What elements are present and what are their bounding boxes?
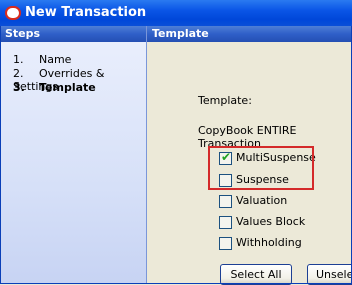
template-header: Template bbox=[147, 26, 352, 42]
steps-header: Steps bbox=[0, 26, 146, 42]
withholding-checkbox[interactable] bbox=[219, 237, 232, 250]
select-all-button[interactable]: Select All bbox=[220, 264, 292, 285]
option-label: Values Block bbox=[236, 215, 306, 228]
values-block-checkbox[interactable] bbox=[219, 216, 232, 229]
app-logo-icon bbox=[5, 6, 21, 20]
template-field-label: Template: bbox=[198, 94, 252, 107]
unselect-all-button[interactable]: Unselect All bbox=[307, 264, 352, 285]
valuation-checkbox[interactable] bbox=[219, 195, 232, 208]
step-label: Name bbox=[39, 53, 72, 66]
steps-header-label: Steps bbox=[5, 27, 41, 40]
new-transaction-window: New Transaction Steps Template 1. Name 2.… bbox=[0, 0, 352, 285]
steps-sidebar: 1. Name 2. Overrides & Settings 3. Template bbox=[0, 42, 146, 284]
template-header-label: Template bbox=[152, 27, 209, 40]
option-label: Withholding bbox=[236, 236, 302, 249]
window-title: New Transaction bbox=[25, 5, 147, 20]
template-panel: Template: CopyBook ENTIRE Transaction ✔ … bbox=[147, 42, 352, 285]
step-label: Template bbox=[39, 81, 96, 94]
step-item-name: 1. Name bbox=[13, 53, 72, 66]
option-label: Valuation bbox=[236, 194, 288, 207]
highlight-box bbox=[208, 146, 314, 190]
step-item-template: 3. Template bbox=[13, 81, 96, 94]
title-bar[interactable]: New Transaction bbox=[0, 0, 352, 26]
